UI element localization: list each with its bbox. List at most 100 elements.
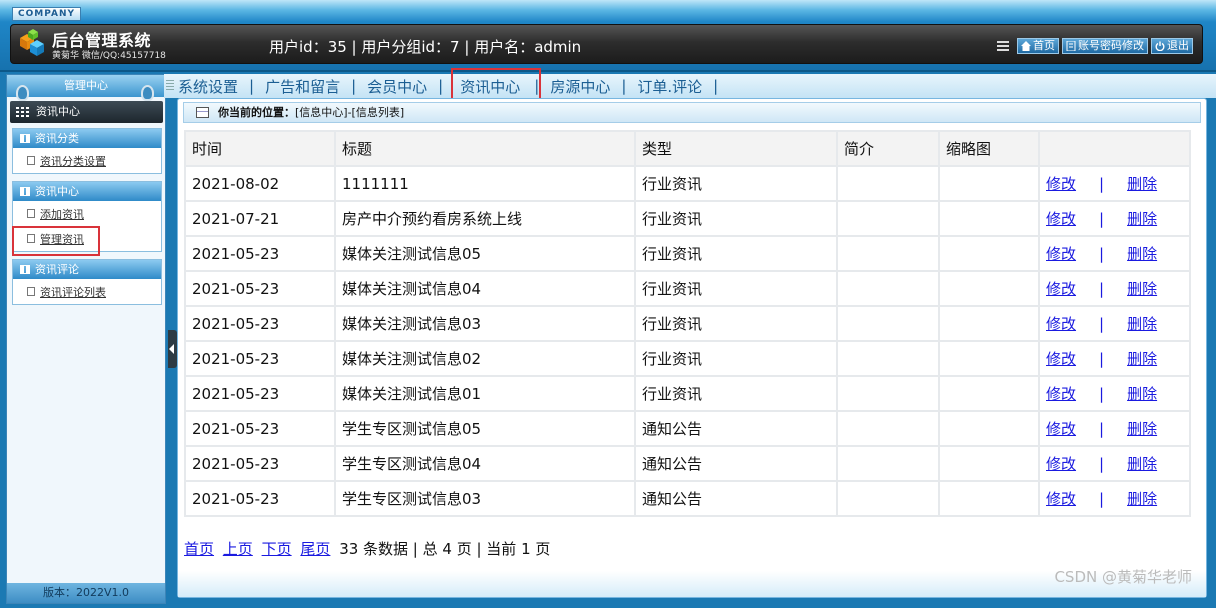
cell-title: 房产中介预约看房系统上线 bbox=[336, 202, 634, 235]
cell-intro bbox=[838, 447, 938, 480]
edit-link[interactable]: 修改 bbox=[1046, 490, 1076, 508]
first-page-link[interactable]: 首页 bbox=[184, 540, 214, 558]
cell-actions: 修改 | 删除 bbox=[1040, 202, 1189, 235]
last-page-link[interactable]: 尾页 bbox=[300, 540, 330, 558]
table-row: 2021-05-23 媒体关注测试信息02 行业资讯 修改 | 删除 bbox=[186, 342, 1189, 375]
company-badge: COMPANY bbox=[12, 7, 81, 21]
edit-link[interactable]: 修改 bbox=[1046, 210, 1076, 228]
delete-link[interactable]: 删除 bbox=[1127, 420, 1157, 438]
logout-button[interactable]: 退出 bbox=[1151, 38, 1193, 54]
change-password-button[interactable]: 账号密码修改 bbox=[1062, 38, 1148, 54]
delete-link[interactable]: 删除 bbox=[1127, 315, 1157, 333]
breadcrumb-path: [信息中心]-[信息列表] bbox=[295, 106, 405, 119]
delete-link[interactable]: 删除 bbox=[1127, 350, 1157, 368]
next-page-link[interactable]: 下页 bbox=[262, 540, 292, 558]
cell-actions: 修改 | 删除 bbox=[1040, 342, 1189, 375]
nav-ads-messages[interactable]: 广告和留言 bbox=[263, 76, 342, 97]
document-icon bbox=[1066, 41, 1076, 51]
cell-thumbnail bbox=[940, 447, 1038, 480]
delete-link[interactable]: 删除 bbox=[1127, 210, 1157, 228]
column-header: 简介 bbox=[838, 132, 938, 165]
cell-thumbnail bbox=[940, 482, 1038, 515]
delete-link[interactable]: 删除 bbox=[1127, 490, 1157, 508]
edit-link[interactable]: 修改 bbox=[1046, 385, 1076, 403]
cell-title: 学生专区测试信息05 bbox=[336, 412, 634, 445]
cell-intro bbox=[838, 377, 938, 410]
book-icon bbox=[20, 265, 30, 274]
sidebar-item-category-settings[interactable]: 资讯分类设置 bbox=[13, 148, 161, 173]
table-row: 2021-05-23 媒体关注测试信息01 行业资讯 修改 | 删除 bbox=[186, 377, 1189, 410]
cell-time: 2021-08-02 bbox=[186, 167, 334, 200]
sidebar-group-title: 资讯分类 bbox=[35, 132, 79, 145]
nav-member-center[interactable]: 会员中心 bbox=[365, 76, 429, 97]
breadcrumb-label: 你当前的位置： bbox=[218, 106, 295, 119]
sidebar-item-add-news[interactable]: 添加资讯 bbox=[13, 201, 161, 226]
action-separator: | bbox=[1099, 385, 1105, 403]
cell-time: 2021-05-23 bbox=[186, 307, 334, 340]
edit-link[interactable]: 修改 bbox=[1046, 280, 1076, 298]
nav-orders-comments[interactable]: 订单.评论 bbox=[635, 76, 704, 97]
column-header: 类型 bbox=[636, 132, 836, 165]
cell-thumbnail bbox=[940, 377, 1038, 410]
cell-time: 2021-07-21 bbox=[186, 202, 334, 235]
home-button[interactable]: 首页 bbox=[1017, 38, 1059, 54]
nav-housing-center[interactable]: 房源中心 bbox=[548, 76, 612, 97]
cell-title: 媒体关注测试信息05 bbox=[336, 237, 634, 270]
cell-time: 2021-05-23 bbox=[186, 412, 334, 445]
column-header: 标题 bbox=[336, 132, 634, 165]
delete-link[interactable]: 删除 bbox=[1127, 245, 1157, 263]
cell-thumbnail bbox=[940, 272, 1038, 305]
edit-link[interactable]: 修改 bbox=[1046, 455, 1076, 473]
edit-link[interactable]: 修改 bbox=[1046, 350, 1076, 368]
sidebar-group-header[interactable]: 资讯分类 bbox=[13, 129, 161, 148]
cell-title: 学生专区测试信息04 bbox=[336, 447, 634, 480]
cell-thumbnail bbox=[940, 167, 1038, 200]
header-buttons: 首页 账号密码修改 退出 bbox=[997, 38, 1193, 54]
grid-icon bbox=[16, 107, 30, 117]
pagination: 首页 上页 下页 尾页 33 条数据 | 总 4 页 | 当前 1 页 bbox=[184, 538, 550, 559]
cell-intro bbox=[838, 237, 938, 270]
sidebar-item-comment-list[interactable]: 资讯评论列表 bbox=[13, 279, 161, 304]
sidebar-group-title: 资讯中心 bbox=[35, 185, 79, 198]
edit-link[interactable]: 修改 bbox=[1046, 245, 1076, 263]
cell-actions: 修改 | 删除 bbox=[1040, 447, 1189, 480]
cell-type: 行业资讯 bbox=[636, 307, 836, 340]
edit-link[interactable]: 修改 bbox=[1046, 420, 1076, 438]
cell-time: 2021-05-23 bbox=[186, 447, 334, 480]
sidebar-group-comments: 资讯评论 资讯评论列表 bbox=[12, 259, 162, 305]
cell-actions: 修改 | 删除 bbox=[1040, 412, 1189, 445]
sidebar-current-section[interactable]: 资讯中心 bbox=[10, 101, 163, 123]
nav-separator: | bbox=[713, 77, 719, 95]
column-header: 缩略图 bbox=[940, 132, 1038, 165]
action-separator: | bbox=[1099, 280, 1105, 298]
window-icon bbox=[196, 107, 209, 118]
delete-link[interactable]: 删除 bbox=[1127, 175, 1157, 193]
edit-link[interactable]: 修改 bbox=[1046, 315, 1076, 333]
collapse-sidebar-handle[interactable] bbox=[168, 330, 177, 368]
cell-title: 1111111 bbox=[336, 167, 634, 200]
sidebar-group-header[interactable]: 资讯评论 bbox=[13, 260, 161, 279]
edit-link[interactable]: 修改 bbox=[1046, 175, 1076, 193]
sidebar-group-title: 资讯评论 bbox=[35, 263, 79, 276]
cell-intro bbox=[838, 307, 938, 340]
sidebar-group-header[interactable]: 资讯中心 bbox=[13, 182, 161, 201]
action-separator: | bbox=[1099, 455, 1105, 473]
nav-separator: | bbox=[351, 77, 357, 95]
document-icon bbox=[27, 156, 35, 165]
prev-page-link[interactable]: 上页 bbox=[223, 540, 253, 558]
cell-time: 2021-05-23 bbox=[186, 482, 334, 515]
delete-link[interactable]: 删除 bbox=[1127, 280, 1157, 298]
cell-actions: 修改 | 删除 bbox=[1040, 272, 1189, 305]
document-icon bbox=[27, 209, 35, 218]
cell-time: 2021-05-23 bbox=[186, 377, 334, 410]
page-summary: 33 条数据 | 总 4 页 | 当前 1 页 bbox=[339, 540, 551, 558]
delete-link[interactable]: 删除 bbox=[1127, 455, 1157, 473]
nav-system-settings[interactable]: 系统设置 bbox=[176, 76, 240, 97]
cell-type: 通知公告 bbox=[636, 447, 836, 480]
cell-type: 行业资讯 bbox=[636, 202, 836, 235]
app-header: COMPANY 后台管理系统 黄菊华 微信/QQ:45157718 用户id：3… bbox=[0, 0, 1216, 72]
delete-link[interactable]: 删除 bbox=[1127, 385, 1157, 403]
cell-thumbnail bbox=[940, 202, 1038, 235]
grip-icon bbox=[166, 80, 174, 92]
cell-type: 通知公告 bbox=[636, 482, 836, 515]
